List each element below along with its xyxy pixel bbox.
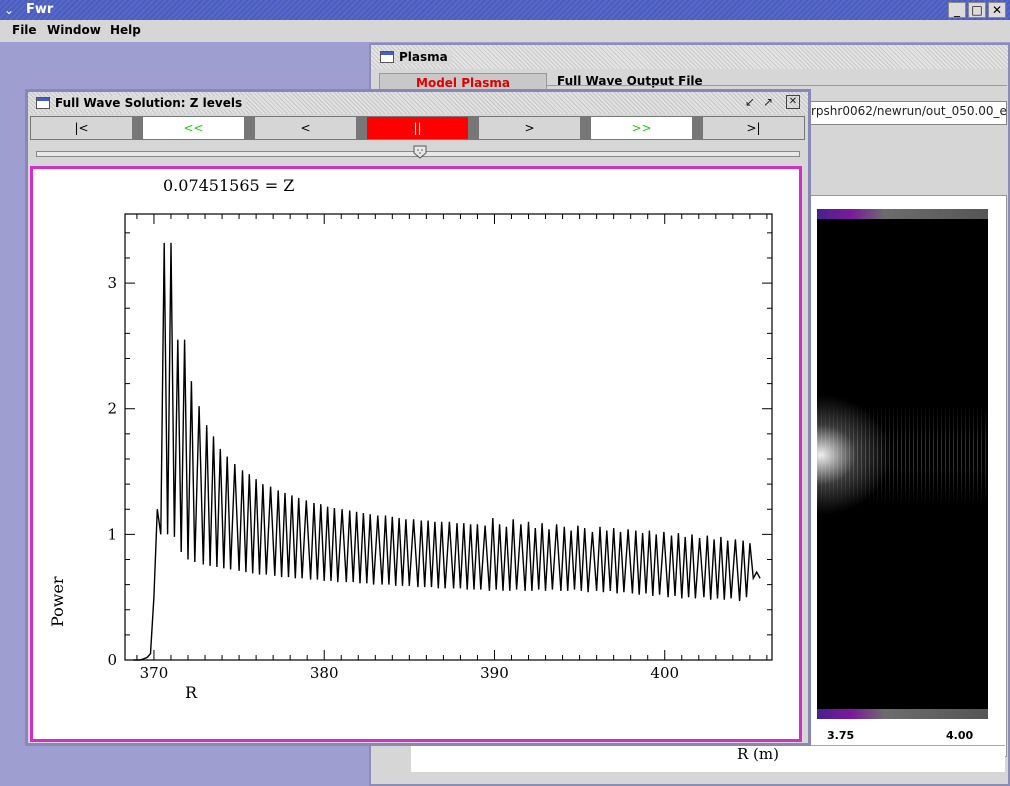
plasma-titlebar[interactable] (371, 45, 1008, 69)
plasma-x-tick: 3.75 (827, 729, 855, 742)
close-icon[interactable]: ✕ (786, 95, 800, 109)
plasma-bottom-panel (411, 745, 1005, 772)
menu-help[interactable]: Help (110, 23, 141, 37)
close-icon[interactable]: ✕ (988, 2, 1006, 18)
step-back-button[interactable]: < (254, 116, 357, 140)
tab-divider (547, 85, 1007, 86)
plasma-scroll-area (371, 745, 411, 771)
y-tick-label: 3 (107, 274, 117, 292)
first-frame-button[interactable]: |< (30, 116, 133, 140)
window-icon (380, 51, 394, 63)
y-axis-label: Power (48, 576, 67, 627)
plasma-x-label: R (m) (737, 745, 779, 763)
x-tick-label: 370 (140, 664, 169, 682)
power-vs-r-chart: 0.07451565 = Z 370 380 390 400 0 1 2 3 R Power (48, 176, 773, 702)
heatmap-top-band (817, 209, 988, 219)
fullwave-window: Full Wave Solution: Z levels ↙ ↗ ✕ |< <<… (25, 89, 811, 746)
fullwave-title: Full Wave Solution: Z levels (55, 96, 247, 110)
main-titlebar (0, 0, 1010, 20)
menu-file[interactable]: File (12, 23, 37, 37)
heatmap-stripes (817, 405, 988, 505)
pause-button[interactable]: || (366, 116, 469, 140)
x-tick-label: 380 (310, 664, 339, 682)
y-tick-label: 1 (107, 525, 117, 543)
plot-frame: 0.07451565 = Z 370 380 390 400 0 1 2 3 R Power (30, 166, 802, 742)
y-tick-label: 2 (107, 400, 117, 418)
step-forward-button[interactable]: > (478, 116, 581, 140)
heatmap-bottom-band (817, 709, 988, 719)
plasma-x-tick: 4.00 (946, 729, 974, 742)
z-level-slider-thumb[interactable] (413, 145, 427, 159)
chart-title: 0.07451565 = Z (163, 176, 294, 195)
window-icon (36, 97, 50, 109)
x-tick-label: 400 (650, 664, 679, 682)
power-series-line (133, 242, 761, 661)
y-tick-label: 0 (107, 651, 117, 669)
window-menu-icon[interactable]: ⌄ (4, 3, 18, 17)
app-title: Fwr (26, 2, 54, 17)
fast-rewind-button[interactable]: << (142, 116, 245, 140)
minimize-icon[interactable]: _ (948, 2, 966, 18)
plasma-title: Plasma (399, 50, 452, 64)
playback-toolbar: |< << < || > >> >| (30, 116, 805, 142)
menubar (0, 20, 1010, 43)
fast-forward-button[interactable]: >> (590, 116, 693, 140)
menu-window[interactable]: Window (47, 23, 101, 37)
x-tick-label: 390 (480, 664, 509, 682)
maximize-icon[interactable]: ↗ (760, 95, 776, 111)
last-frame-button[interactable]: >| (702, 116, 805, 140)
maximize-icon[interactable]: □ (968, 2, 986, 18)
iconify-icon[interactable]: ↙ (742, 95, 758, 111)
x-axis-label: R (185, 683, 198, 702)
output-path-text: rpshr0062/newrun/out_050.00_e (811, 104, 1007, 118)
